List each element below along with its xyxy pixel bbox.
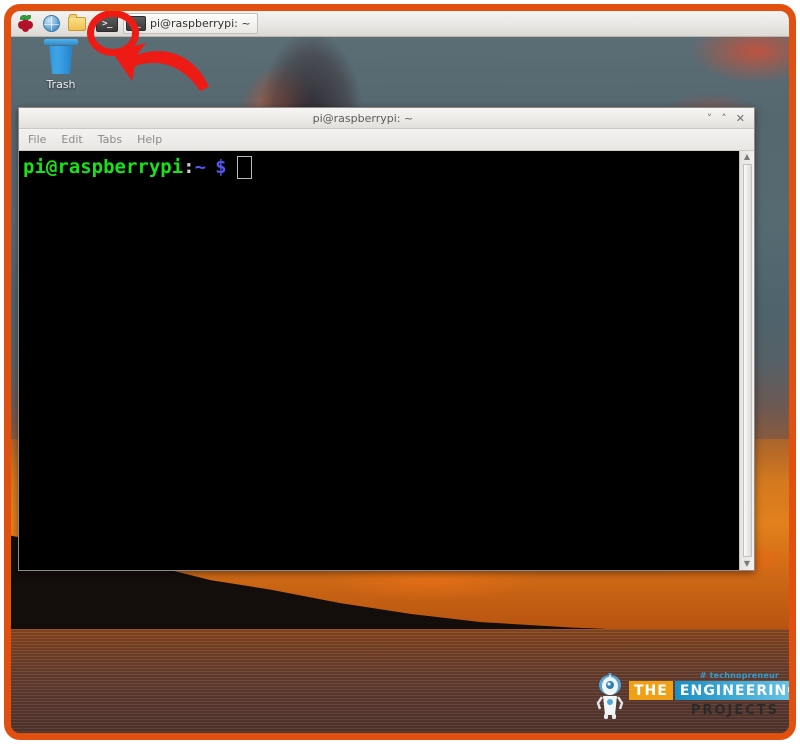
robot-mascot-icon: [596, 673, 624, 719]
terminal-menubar[interactable]: File Edit Tabs Help: [19, 129, 754, 151]
taskbar-window-button-label: pi@raspberrypi: ~: [150, 17, 251, 30]
prompt-user-host: pi@raspberrypi: [23, 156, 184, 179]
raspberry-pi-desktop: Trash >_ >_ pi@raspberrypi: ~ pi@raspber…: [11, 11, 789, 733]
terminal-scrollbar[interactable]: ▲ ▼: [739, 151, 754, 570]
watermark-brand-row: THE ENGINEERING: [629, 681, 789, 700]
trash-lid-icon: [44, 39, 78, 45]
terminal-body[interactable]: pi@raspberrypi : ~ $ ▲ ▼: [19, 151, 754, 570]
prompt-path: ~: [194, 156, 207, 179]
watermark-tagline: # technopreneur: [699, 671, 779, 680]
annotation-arrow-icon: [112, 43, 209, 91]
taskbar[interactable]: >_ >_ pi@raspberrypi: ~: [11, 11, 789, 37]
globe-glyph: [42, 15, 60, 32]
scrollbar-thumb[interactable]: [742, 164, 752, 557]
prompt-separator: :: [183, 156, 195, 179]
desktop-icon-trash[interactable]: Trash: [35, 39, 87, 91]
file-manager-icon[interactable]: [65, 13, 89, 35]
watermark-the: THE: [629, 681, 673, 700]
watermark-engineering: ENGINEERING: [674, 681, 789, 700]
close-icon[interactable]: ✕: [736, 113, 745, 124]
terminal-window[interactable]: pi@raspberrypi: ~ ˅ ˄ ✕ File Edit Tabs H…: [18, 107, 755, 571]
terminal-title: pi@raspberrypi: ~: [312, 111, 414, 125]
menu-item-tabs[interactable]: Tabs: [98, 133, 122, 146]
terminal-cursor: [236, 156, 252, 179]
menu-item-file[interactable]: File: [28, 133, 46, 146]
minimize-icon[interactable]: ˅: [707, 113, 713, 124]
window-controls[interactable]: ˅ ˄ ✕: [707, 113, 754, 124]
menu-item-edit[interactable]: Edit: [61, 133, 82, 146]
taskbar-window-button-terminal[interactable]: >_ pi@raspberrypi: ~: [123, 13, 258, 34]
maximize-icon[interactable]: ˄: [721, 113, 727, 124]
terminal-launcher-icon[interactable]: >_: [95, 13, 119, 35]
trash-icon: [49, 46, 73, 74]
terminal-glyph: >_: [96, 15, 118, 32]
prompt-symbol: $: [215, 156, 227, 179]
terminal-prompt-line: pi@raspberrypi : ~ $: [23, 156, 739, 179]
raspberry-glyph: [17, 15, 34, 32]
watermark-logo: # technopreneur THE ENGINEERING PROJECTS: [595, 671, 789, 723]
annotated-screenshot-frame: Trash >_ >_ pi@raspberrypi: ~ pi@raspber…: [4, 4, 796, 740]
web-browser-icon[interactable]: [39, 13, 63, 35]
scroll-down-icon[interactable]: ▼: [744, 558, 750, 570]
taskbar-window-terminal-icon: >_: [126, 16, 146, 31]
terminal-titlebar[interactable]: pi@raspberrypi: ~ ˅ ˄ ✕: [19, 108, 754, 129]
menu-item-help[interactable]: Help: [137, 133, 162, 146]
scroll-up-icon[interactable]: ▲: [744, 151, 750, 163]
folder-glyph: [68, 13, 86, 31]
trash-label: Trash: [46, 78, 76, 91]
watermark-projects: PROJECTS: [690, 703, 779, 718]
terminal-screen[interactable]: pi@raspberrypi : ~ $: [19, 151, 739, 570]
raspberry-menu-icon[interactable]: [13, 13, 37, 35]
